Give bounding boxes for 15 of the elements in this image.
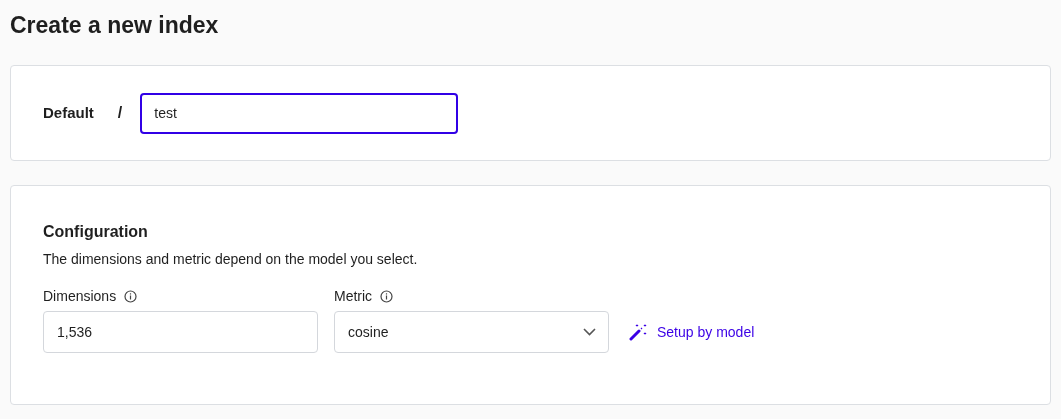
section-description: The dimensions and metric depend on the model you select. xyxy=(43,251,418,267)
magic-wand-icon xyxy=(629,323,647,341)
setup-by-model-link[interactable]: Setup by model xyxy=(629,311,755,353)
namespace-label: Default xyxy=(43,102,94,123)
section-title: Configuration xyxy=(43,223,148,240)
field-label: Dimensions xyxy=(43,286,117,306)
field-label: Metric xyxy=(334,286,373,306)
info-icon[interactable] xyxy=(380,289,394,303)
separator: / xyxy=(117,103,123,123)
name-input-field[interactable]: test xyxy=(140,92,459,134)
dimensions-input-field[interactable]: 1,536 xyxy=(43,311,318,353)
metric-dropdown[interactable]: cosine xyxy=(334,311,609,353)
info-icon[interactable] xyxy=(124,289,138,303)
chevron-down-icon xyxy=(583,328,596,336)
page-title: Create a new index xyxy=(10,11,219,40)
